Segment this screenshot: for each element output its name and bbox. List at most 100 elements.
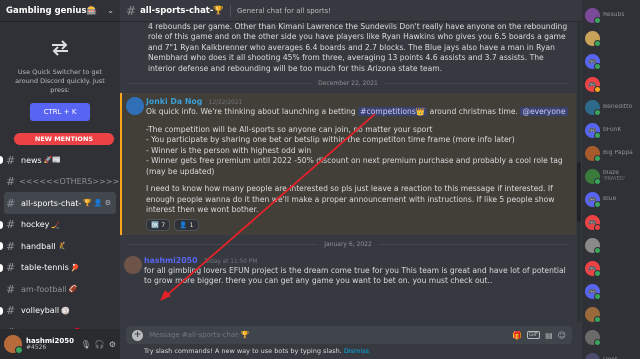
channel-mention[interactable]: #competitions👑 (358, 107, 428, 117)
hash-icon: # (6, 218, 16, 232)
avatar[interactable] (585, 100, 601, 116)
member-item[interactable] (582, 234, 640, 257)
channel-item[interactable]: # am-football 🏈 (0, 278, 120, 300)
message-text: for all gimbling lovers EFUN project is … (144, 265, 566, 286)
channel-name: table-tennis (21, 263, 69, 273)
channel-item[interactable]: # volleyball 🏐 (0, 300, 120, 322)
avatar[interactable] (126, 97, 144, 116)
avatar[interactable]: 🎮 (585, 192, 601, 208)
avatar[interactable] (585, 169, 601, 185)
member-item[interactable] (582, 27, 640, 50)
avatar[interactable] (4, 335, 23, 354)
member-name: bFunK (603, 127, 622, 134)
emoji-icon[interactable]: ☺ (558, 331, 566, 340)
avatar[interactable]: 🎮 (585, 215, 601, 231)
avatar[interactable] (585, 330, 601, 346)
channel-name: all-sports-chat- (21, 198, 82, 208)
member-item[interactable]: 🎮 bFunK (582, 119, 640, 142)
sticker-icon[interactable]: ▤ (545, 331, 553, 340)
channel-name: news (21, 155, 42, 165)
message-list: 4 rebounds per game. Other than Kimani L… (120, 22, 576, 322)
avatar[interactable] (585, 238, 601, 254)
avatar[interactable] (585, 146, 601, 162)
channel-settings-icon[interactable]: 👤 ⚙ (94, 199, 111, 207)
channel-header: # all-sports-chat-🏆 General chat for all… (120, 0, 582, 22)
channel-item[interactable]: # handball 🤾 (0, 235, 120, 257)
avatar[interactable] (124, 255, 142, 274)
hash-icon: # (126, 3, 137, 18)
chat-area: # all-sports-chat-🏆 General chat for all… (120, 0, 582, 359)
gif-button[interactable]: GIF (527, 331, 541, 339)
channel-emoji-icon: 🤾 (57, 242, 67, 251)
member-item[interactable]: Resubs (582, 4, 640, 27)
hash-icon: # (6, 153, 16, 167)
member-item[interactable]: 🎮 Blue (582, 188, 640, 211)
scrollbar[interactable] (577, 22, 581, 322)
person-emoji-icon: 👤 (179, 220, 188, 229)
ok-emoji-icon: 🆗 (151, 220, 160, 229)
reactions: 🆗 7 👤 1 (146, 218, 568, 231)
headphones-icon[interactable]: 🎧 (95, 340, 105, 349)
plus-icon[interactable]: + (132, 329, 143, 341)
message-author[interactable]: hashmi2050 (144, 256, 198, 265)
server-header[interactable]: Gambling genius🎰 ⌄ (0, 0, 120, 22)
avatar[interactable]: 🎮 (585, 77, 601, 93)
message-input[interactable]: + Message #all-sports-chat-🏆 🎁 GIF ▤ ☺ (126, 326, 572, 344)
member-item[interactable]: Beneditto (582, 96, 640, 119)
date-label: January 6, 2022 (324, 240, 372, 248)
message-body: Ok quick info. We're thinking about laun… (146, 107, 568, 215)
gift-icon[interactable]: 🎁 (512, 331, 522, 340)
channel-topic[interactable]: General chat for all sports! (237, 7, 331, 15)
member-item[interactable]: 🎮 (582, 50, 640, 73)
hash-icon: # (6, 196, 16, 210)
reaction-person[interactable]: 👤 1 (174, 218, 199, 231)
message[interactable]: hashmi2050 Today at 11:50 PM for all gim… (120, 254, 576, 287)
channel-item[interactable]: # <<<<<<OTHERS>>>>>> (0, 171, 133, 193)
microphone-icon[interactable]: 🎙 (81, 340, 91, 349)
scrollbar-thumb[interactable] (577, 162, 581, 222)
quick-switcher-button[interactable]: CTRL + K (29, 103, 91, 122)
member-list: Resubs 🎮 🎮 Beneditto 🎮 bFunK Big Pappa blaze 'PR… (582, 0, 640, 359)
avatar[interactable]: 🎮 (585, 123, 601, 139)
channel-emoji-icon: 🏈 (68, 285, 78, 294)
member-status-text: 'PRAYED' (603, 176, 626, 183)
member-item[interactable]: 🎮 (582, 280, 640, 303)
reaction-ok[interactable]: 🆗 7 (146, 218, 171, 231)
channel-item[interactable]: # table-tennis 🏓 (0, 257, 120, 279)
member-item[interactable]: 🎮 (582, 73, 640, 96)
member-item[interactable] (582, 326, 640, 349)
hash-icon: # (6, 239, 16, 253)
member-item[interactable]: blaze 'PRAYED' (582, 165, 640, 188)
hash-icon: # (6, 261, 16, 275)
channel-item[interactable]: # hockey 🏒 (0, 214, 120, 236)
channel-title: all-sports-chat-🏆 (140, 5, 224, 16)
member-item[interactable]: 🎮 (582, 257, 640, 280)
avatar[interactable] (585, 8, 601, 24)
channel-item[interactable]: # news 🚀📰 (0, 149, 120, 171)
hash-icon: # (6, 282, 16, 296)
channel-item[interactable]: # all-sports-chat- 🏆 👤 ⚙ (4, 192, 116, 214)
member-item[interactable]: Doof (582, 349, 640, 359)
member-item[interactable]: 🎮 (582, 211, 640, 234)
message-author[interactable]: Jonki Da Nog (146, 97, 202, 106)
member-item[interactable] (582, 303, 640, 326)
message-line: -The competition will be All-sports so a… (146, 124, 433, 134)
discord-window: Gambling genius🎰 ⌄ Use Quick Switcher to… (0, 0, 640, 359)
dismiss-link[interactable]: Dismiss (344, 347, 369, 355)
channel-name: volleyball (21, 306, 60, 316)
avatar[interactable]: 🎮 (585, 54, 601, 70)
chevron-down-icon[interactable]: ⌄ (107, 6, 114, 15)
everyone-mention[interactable]: @everyone (520, 107, 568, 117)
message-text: around christmas time. (429, 107, 518, 117)
gear-icon[interactable]: ⚙ (109, 340, 116, 349)
avatar[interactable] (585, 31, 601, 47)
new-mentions-pill[interactable]: NEW MENTIONS (14, 133, 114, 146)
avatar[interactable] (585, 353, 600, 359)
highlighted-message[interactable]: Jonki Da Nog 12/22/2021 Ok quick info. W… (120, 93, 576, 235)
user-tag: #4526 (26, 343, 47, 351)
previous-message-text: 4 rebounds per game. Other than Kimani L… (148, 22, 568, 73)
avatar[interactable] (585, 307, 601, 323)
avatar[interactable]: 🎮 (585, 284, 601, 300)
avatar[interactable]: 🎮 (585, 261, 601, 277)
member-item[interactable]: Big Pappa (582, 142, 640, 165)
